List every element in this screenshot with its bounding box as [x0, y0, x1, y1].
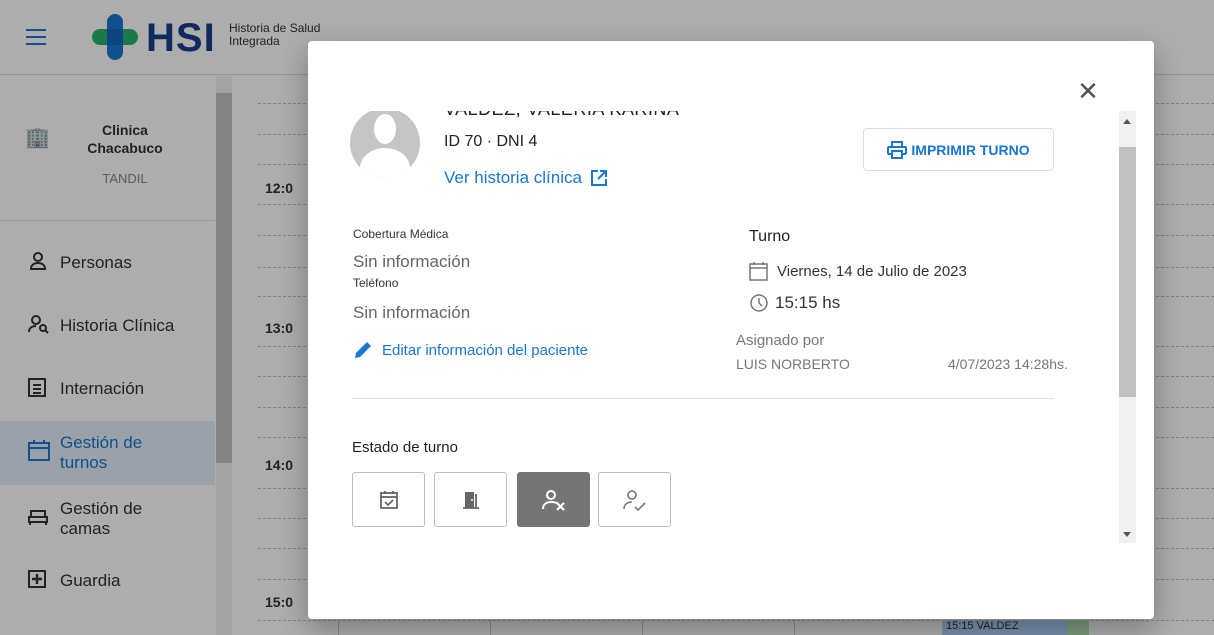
- calendar-icon: [749, 262, 768, 281]
- estado-label: Estado de turno: [352, 439, 458, 456]
- asignado-name: LUIS NORBERTO: [736, 356, 850, 372]
- scroll-down-icon[interactable]: [1123, 532, 1131, 537]
- ver-historia-link[interactable]: Ver historia clínica: [444, 168, 608, 188]
- close-icon[interactable]: ✕: [1076, 78, 1100, 104]
- state-attended-button[interactable]: [598, 472, 671, 527]
- turno-time: 15:15 hs: [749, 293, 840, 313]
- person-remove-icon: [541, 489, 565, 511]
- state-absent-button[interactable]: [517, 472, 590, 527]
- turno-title: Turno: [749, 228, 791, 245]
- cobertura-value: Sin información: [353, 252, 471, 271]
- dialog-content: VALDEZ, VALERIA KARINA ID 70 · DNI 4 Ver…: [308, 111, 1119, 543]
- telefono-value: Sin información: [353, 303, 471, 322]
- pencil-icon: [355, 342, 371, 358]
- appointment-dialog: ✕ VALDEZ, VALERIA KARINA ID 70 · DNI 4 V…: [308, 41, 1154, 619]
- state-confirmed-button[interactable]: [352, 472, 425, 527]
- clock-icon: [750, 294, 768, 312]
- turno-date: Viernes, 14 de Julio de 2023: [749, 261, 967, 281]
- print-turno-button[interactable]: IMPRIMIR TURNO: [863, 128, 1054, 171]
- state-arrived-button[interactable]: [434, 472, 507, 527]
- calendar-check-icon: [379, 490, 398, 509]
- patient-name: VALDEZ, VALERIA KARINA: [444, 111, 679, 120]
- door-icon: [462, 491, 479, 509]
- external-link-icon: [590, 170, 607, 186]
- section-divider: [352, 398, 1054, 399]
- avatar: [350, 111, 420, 178]
- asignado-date: 4/07/2023 14:28hs.: [948, 356, 1068, 372]
- person-check-icon: [622, 489, 646, 511]
- telefono-label: Teléfono: [353, 276, 399, 290]
- edit-patient-link[interactable]: Editar información del paciente: [353, 340, 588, 360]
- patient-id: ID 70 · DNI 4: [444, 133, 538, 150]
- printer-icon: [887, 140, 908, 159]
- dialog-scroll-thumb[interactable]: [1119, 147, 1136, 397]
- scroll-up-icon[interactable]: [1123, 119, 1131, 124]
- asignado-label: Asignado por: [736, 332, 825, 349]
- cobertura-label: Cobertura Médica: [353, 227, 449, 241]
